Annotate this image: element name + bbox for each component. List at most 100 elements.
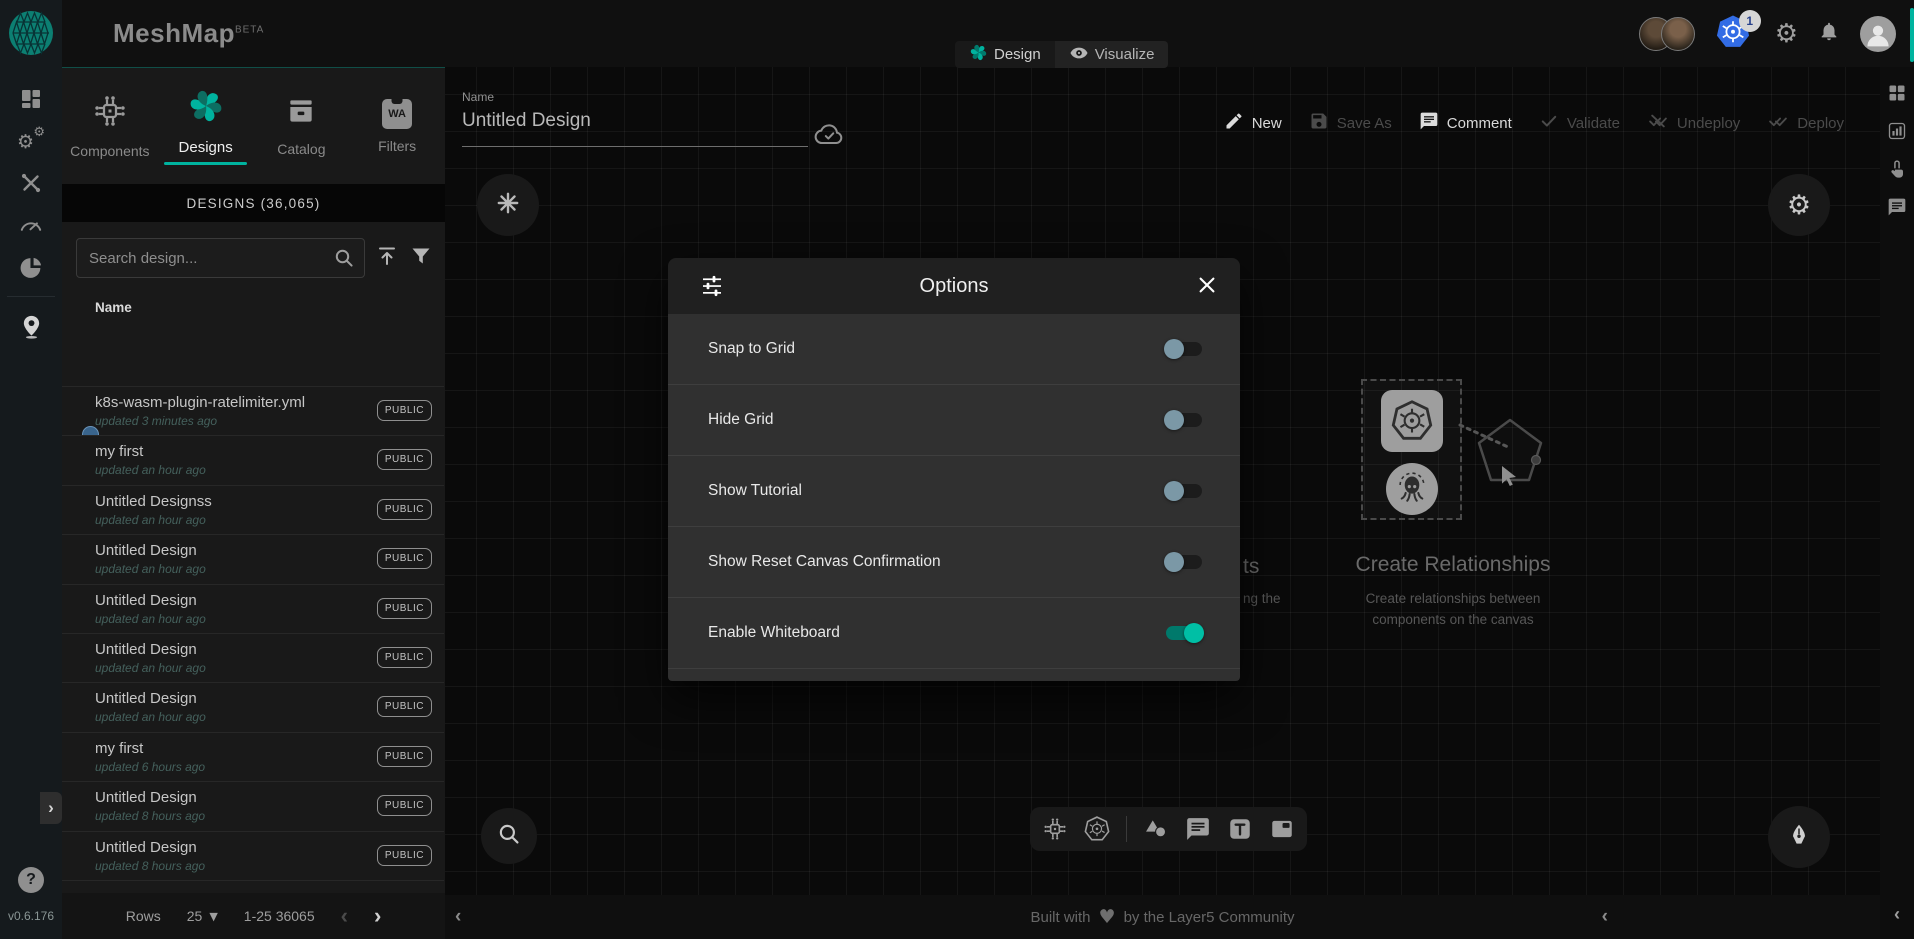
collaborator-avatars[interactable] — [1639, 17, 1695, 51]
meshery-squid-node — [1386, 463, 1438, 515]
tab-components[interactable]: Components — [62, 68, 158, 184]
option-row: Hide Grid — [668, 385, 1240, 456]
wasm-filter-icon: WA — [382, 99, 412, 129]
option-toggle[interactable] — [1166, 342, 1202, 356]
layer5-mesh-sphere-icon[interactable] — [7, 9, 55, 62]
panel-grid-icon[interactable] — [1880, 81, 1914, 105]
right-strip-collapse-chevron[interactable]: ‹ — [1880, 904, 1914, 925]
import-design-icon[interactable] — [375, 244, 399, 273]
modal-header: Options — [668, 258, 1240, 314]
help-button[interactable]: ? — [18, 867, 44, 893]
design-list-item[interactable]: my first updated 6 hours ago PUBLIC — [62, 733, 444, 782]
tab-design[interactable]: Design — [955, 41, 1055, 68]
option-toggle[interactable] — [1166, 555, 1202, 569]
settings-gear-icon[interactable]: ⚙ — [1775, 21, 1798, 47]
canvas-settings-button[interactable]: ⚙ — [1768, 174, 1830, 236]
visibility-badge: PUBLIC — [377, 696, 432, 717]
right-icon-strip: ‹ — [1880, 67, 1914, 939]
bottom-right-collapse-chevron[interactable]: ‹ — [1602, 906, 1608, 928]
hand-pointer-icon[interactable] — [1880, 157, 1914, 181]
double-gear-icon: ⚙⚙ — [17, 128, 45, 154]
page-range: 1-25 36065 — [244, 908, 315, 924]
text-tool-icon[interactable] — [1227, 816, 1253, 842]
designs-panel: Components Designs — [62, 67, 445, 939]
meshsync-button[interactable] — [477, 174, 539, 236]
kubernetes-icon[interactable] — [1084, 816, 1110, 842]
design-list-item[interactable]: Untitled Designss updated an hour ago PU… — [62, 486, 444, 535]
kubernetes-context-button[interactable]: 1 — [1715, 14, 1755, 54]
context-count-badge: 1 — [1739, 10, 1761, 32]
tab-catalog[interactable]: Catalog — [254, 68, 350, 184]
whiteboard-pen-button[interactable] — [1768, 806, 1830, 868]
shapes-icon[interactable] — [1143, 816, 1169, 842]
panel-expand-chevron[interactable]: › — [40, 792, 62, 824]
cursor-arrow-icon — [1500, 465, 1520, 492]
deploy-button[interactable]: Deploy — [1767, 111, 1844, 135]
hidden-card-body-fragment: ng the — [1243, 591, 1281, 606]
comment-button[interactable]: Comment — [1419, 111, 1512, 135]
close-icon[interactable] — [1196, 274, 1218, 301]
sidebar-item-dashboard[interactable] — [16, 84, 46, 114]
zoom-button[interactable] — [481, 808, 537, 864]
top-header: MeshMapBETA Design — [62, 0, 1914, 67]
rows-label: Rows — [126, 908, 161, 924]
design-list-item[interactable]: Untitled Design updated an hour ago PUBL… — [62, 634, 444, 683]
design-list-item[interactable]: my first updated an hour ago PUBLIC — [62, 436, 444, 485]
search-row — [62, 222, 445, 288]
canvas-toolbar: New Save As Comment Validate Undeploy De… — [1224, 111, 1844, 135]
panel-tabs: Components Designs — [62, 68, 445, 184]
design-name-field[interactable]: Name Untitled Design — [462, 90, 808, 147]
meshmap-app: MeshMapBETA Design — [0, 0, 1914, 939]
kubernetes-node — [1381, 390, 1443, 452]
active-tab-underline — [164, 162, 247, 165]
charts-icon[interactable] — [1880, 119, 1914, 143]
design-list-item[interactable]: Untitled Design updated 8 hours ago PUBL… — [62, 832, 444, 881]
validate-button[interactable]: Validate — [1539, 111, 1620, 135]
design-list-item[interactable]: Untitled Design updated an hour ago PUBL… — [62, 683, 444, 732]
design-list: k8s-wasm-plugin-ratelimiter.yml updated … — [62, 386, 444, 891]
comments-icon[interactable] — [1880, 195, 1914, 219]
design-list-item[interactable]: Untitled Design updated an hour ago PUBL… — [62, 535, 444, 584]
profile-avatar-icon[interactable] — [1860, 16, 1896, 52]
search-input[interactable] — [76, 238, 365, 278]
comment-icon[interactable] — [1185, 816, 1211, 842]
components-chip-icon[interactable] — [1042, 816, 1068, 842]
sidebar-item-meshmap[interactable] — [16, 311, 46, 341]
option-toggle[interactable] — [1166, 413, 1202, 427]
design-list-item[interactable]: Untitled Design updated an hour ago PUBL… — [62, 585, 444, 634]
design-list-item[interactable]: k8s-wasm-plugin-ratelimiter.yml updated … — [62, 387, 444, 436]
sidebar-item-configuration[interactable] — [16, 168, 46, 198]
media-icon[interactable] — [1269, 816, 1295, 842]
tab-designs[interactable]: Designs — [158, 68, 254, 184]
beta-tag: BETA — [235, 24, 264, 35]
toggle-knob — [1164, 410, 1184, 430]
bottom-left-collapse-chevron[interactable]: ‹ — [455, 906, 461, 928]
new-button[interactable]: New — [1224, 111, 1282, 135]
section-title: DESIGNS (36,065) — [62, 184, 445, 222]
option-toggle[interactable] — [1166, 484, 1202, 498]
tab-filters[interactable]: WA Filters — [349, 68, 445, 184]
filter-funnel-icon[interactable] — [409, 244, 433, 273]
components-chip-icon — [92, 93, 128, 134]
design-list-item[interactable]: Untitled Design updated 8 hours ago PUBL… — [62, 782, 444, 831]
toolbar-label: Validate — [1567, 115, 1620, 132]
tab-visualize[interactable]: Visualize — [1055, 41, 1169, 68]
rows-per-page-select[interactable]: 25 ▼ — [187, 908, 218, 924]
option-toggle[interactable] — [1166, 626, 1202, 640]
save-as-button[interactable]: Save As — [1309, 111, 1392, 135]
sidebar-item-extensions[interactable] — [16, 252, 46, 282]
notifications-bell-icon[interactable] — [1818, 20, 1840, 47]
sidebar-item-performance[interactable] — [16, 210, 46, 240]
footer-text: Built with — [1031, 909, 1091, 926]
undeploy-button[interactable]: Undeploy — [1647, 111, 1740, 135]
next-page-button[interactable]: › — [374, 905, 381, 927]
collaborator-avatar[interactable] — [1661, 17, 1695, 51]
tab-label: Designs — [179, 139, 233, 156]
chevron-down-icon: ▼ — [209, 910, 217, 923]
right-edge-accent — [1910, 8, 1914, 62]
eye-icon — [1069, 43, 1089, 67]
prev-page-button[interactable]: ‹ — [341, 905, 348, 927]
footer-credit: Built with ♥ by the Layer5 Community — [1031, 906, 1295, 928]
sidebar-item-lifecycle[interactable]: ⚙⚙ — [16, 126, 46, 156]
name-field-value: Untitled Design — [462, 110, 808, 132]
